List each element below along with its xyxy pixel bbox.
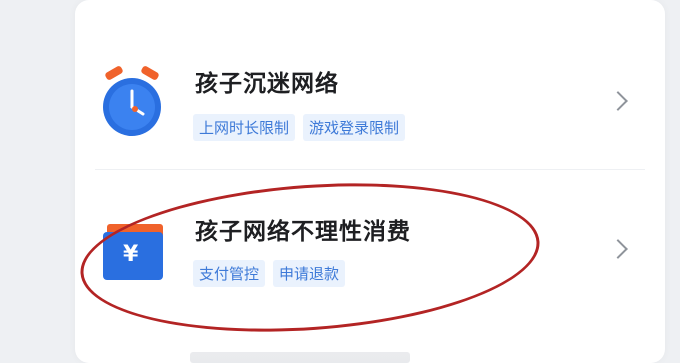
chevron-right-icon [608,239,628,259]
tag-screen-time-limit: 上网时长限制 [193,114,296,141]
item-title: 孩子沉迷网络 [195,71,339,97]
next-item-partial [190,352,410,363]
list-item-internet-addiction[interactable]: 孩子沉迷网络 上网时长限制 游戏登录限制 [75,30,665,170]
tag-list: 上网时长限制 游戏登录限制 [193,114,406,141]
tag-game-login-limit: 游戏登录限制 [303,114,406,141]
chevron-right-icon [608,91,628,111]
divider [95,169,645,170]
alarm-clock-icon [97,65,167,140]
